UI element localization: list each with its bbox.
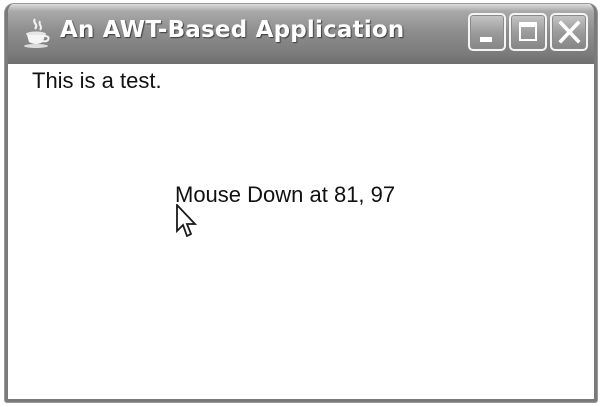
minimize-icon bbox=[480, 37, 492, 42]
mouse-pointer-icon bbox=[176, 204, 198, 238]
client-area[interactable]: This is a test. Mouse Down at 81, 97 bbox=[8, 64, 594, 399]
test-label: This is a test. bbox=[32, 68, 162, 93]
mouse-down-message: Mouse Down at 81, 97 bbox=[175, 182, 396, 207]
close-button[interactable] bbox=[550, 13, 588, 51]
close-icon bbox=[558, 20, 581, 44]
maximize-icon bbox=[519, 22, 537, 41]
minimize-button[interactable] bbox=[468, 13, 506, 51]
java-coffee-cup-icon[interactable] bbox=[22, 17, 52, 49]
title-bar[interactable]: An AWT-Based Application bbox=[8, 4, 594, 64]
app-window: An AWT-Based Application This is a test.… bbox=[5, 4, 597, 402]
maximize-button[interactable] bbox=[509, 13, 547, 51]
window-title: An AWT-Based Application bbox=[60, 17, 405, 43]
